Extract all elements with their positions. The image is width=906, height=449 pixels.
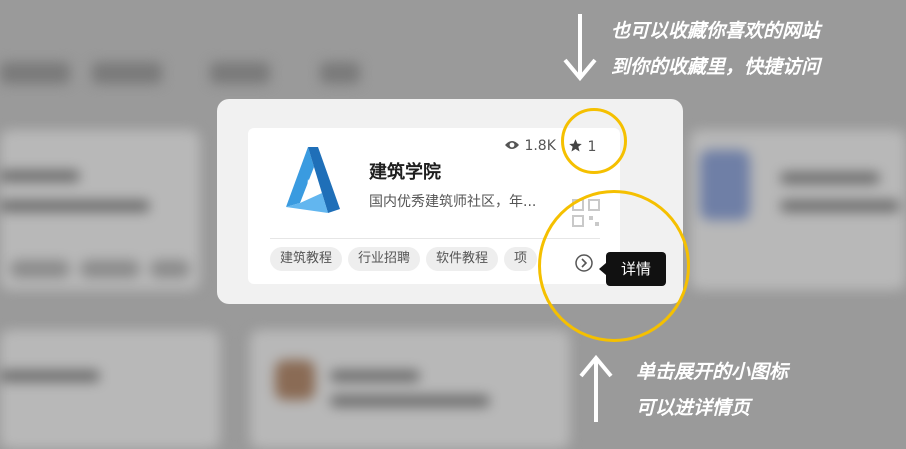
bg-nav-item <box>0 62 70 84</box>
bg-nav-item <box>92 62 162 84</box>
tag-item[interactable]: 软件教程 <box>426 247 499 271</box>
site-title[interactable]: 建筑学院 <box>369 158 441 184</box>
favorite-highlight-ring <box>561 108 627 174</box>
bg-nav-item <box>210 62 270 84</box>
bg-nav-item <box>320 62 360 84</box>
bg-chip <box>10 260 70 278</box>
detail-highlight-ring <box>538 190 690 342</box>
favorite-hint-line-1: 也可以收藏你喜欢的网站 <box>611 20 821 42</box>
favorite-hint-line-2: 到你的收藏里，快捷访问 <box>611 56 821 78</box>
tag-item[interactable]: 建筑教程 <box>270 247 343 271</box>
views-stat: 1.8K <box>504 138 556 154</box>
arrow-up-icon <box>579 354 613 422</box>
arrow-down-icon <box>563 14 597 82</box>
site-description: 国内优秀建筑师社区，年... <box>369 194 537 210</box>
bg-line <box>0 370 100 382</box>
detail-hint-line-2: 可以进详情页 <box>636 397 751 419</box>
views-count: 1.8K <box>524 138 556 154</box>
bg-card <box>0 330 220 449</box>
tag-item[interactable]: 项 <box>504 247 538 271</box>
detail-hint-line-1: 单击展开的小图标 <box>636 361 789 383</box>
bg-line <box>330 370 420 382</box>
bg-line <box>330 395 490 407</box>
site-logo <box>286 147 340 213</box>
bg-line <box>780 200 900 212</box>
eye-icon <box>505 141 519 149</box>
bg-logo <box>275 360 315 400</box>
tag-list: 建筑教程 行业招聘 软件教程项 <box>270 247 580 273</box>
bg-line <box>0 170 80 182</box>
bg-line <box>0 200 150 212</box>
bg-chip <box>150 260 190 278</box>
bg-line <box>780 172 880 184</box>
tag-item[interactable]: 行业招聘 <box>348 247 421 271</box>
bg-logo <box>700 150 750 220</box>
bg-chip <box>80 260 140 278</box>
